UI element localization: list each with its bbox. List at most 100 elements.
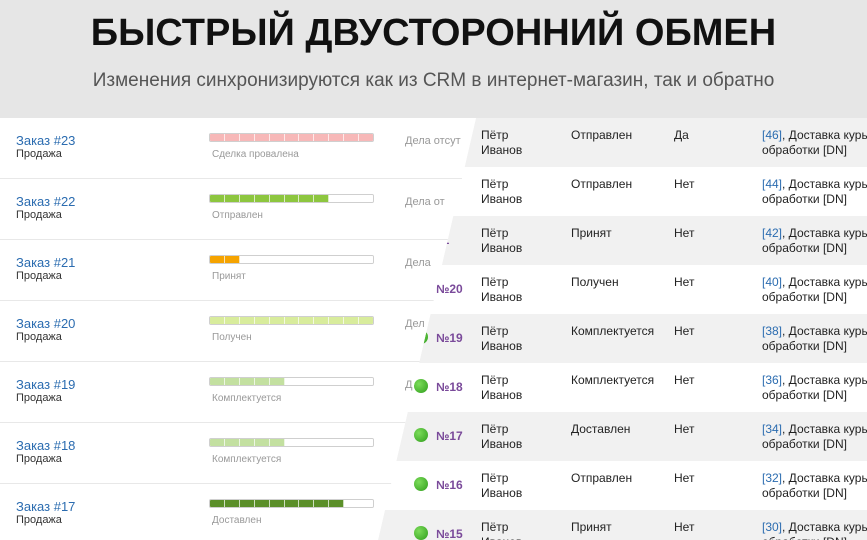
progress-segment <box>299 378 315 385</box>
order-status: Отправлен <box>571 128 633 142</box>
deal-type: Продажа <box>16 331 62 343</box>
progress-segment <box>329 439 345 446</box>
progress-segment <box>284 439 300 446</box>
progress-segment <box>359 500 373 507</box>
status-dot-icon <box>414 379 428 393</box>
deal-title-link[interactable]: Заказ #23 <box>16 133 75 148</box>
delivery-info: [38], Доставка курь обработки [DN] <box>762 324 867 354</box>
delivery-text-line2: обработки [DN] <box>762 388 847 402</box>
delivery-id-link[interactable]: [40] <box>762 275 782 289</box>
progress-segment <box>314 439 330 446</box>
order-number[interactable]: №15 <box>436 527 463 540</box>
status-dot-icon <box>414 526 428 540</box>
progress-segment <box>329 195 345 202</box>
progress-segment <box>269 500 285 507</box>
deal-row[interactable]: Заказ #20 Продажа Получен Дел <box>0 301 476 362</box>
deal-row[interactable]: Заказ #21 Продажа Принят Дела <box>0 240 476 301</box>
delivery-text: , Доставка курь <box>782 275 867 289</box>
delivery-text-line2: обработки [DN] <box>762 339 847 353</box>
deal-stage-label: Доставлен <box>212 515 262 526</box>
progress-segment <box>299 256 315 263</box>
deal-stage-progress-bar <box>209 133 374 142</box>
progress-segment <box>359 134 373 141</box>
order-number[interactable]: №17 <box>436 429 463 443</box>
status-dot-icon <box>414 428 428 442</box>
deal-tasks-text: Дела от <box>405 196 445 208</box>
progress-segment <box>239 439 255 446</box>
progress-segment <box>224 317 240 324</box>
progress-segment <box>224 439 240 446</box>
deal-row[interactable]: Заказ #22 Продажа Отправлен Дела от <box>0 179 476 240</box>
delivery-id-link[interactable]: [32] <box>762 471 782 485</box>
progress-segment <box>239 195 255 202</box>
deal-stage-progress-bar <box>209 316 374 325</box>
progress-segment <box>344 256 360 263</box>
order-status: Принят <box>571 226 612 240</box>
deal-title-link[interactable]: Заказ #22 <box>16 194 75 209</box>
progress-segment <box>284 256 300 263</box>
order-number[interactable]: №18 <box>436 380 463 394</box>
deal-title-link[interactable]: Заказ #20 <box>16 316 75 331</box>
progress-segment <box>329 317 345 324</box>
progress-segment <box>359 195 373 202</box>
progress-segment <box>239 256 255 263</box>
deal-stage-label: Отправлен <box>212 210 263 221</box>
progress-segment <box>210 500 225 507</box>
order-status: Комплектуется <box>571 373 655 387</box>
progress-segment <box>359 439 373 446</box>
progress-segment <box>224 134 240 141</box>
delivery-info: [32], Доставка курь обработки [DN] <box>762 471 867 501</box>
deal-row[interactable]: Заказ #23 Продажа Сделка провалена Дела отс… <box>0 118 476 179</box>
customer-name: Пётр Иванов <box>481 324 523 353</box>
progress-segment <box>299 195 315 202</box>
deal-title-link[interactable]: Заказ #18 <box>16 438 75 453</box>
progress-segment <box>284 134 300 141</box>
deal-type: Продажа <box>16 392 62 404</box>
order-number[interactable]: №20 <box>436 282 463 296</box>
delivery-id-link[interactable]: [36] <box>762 373 782 387</box>
progress-segment <box>329 500 345 507</box>
order-number[interactable]: №16 <box>436 478 463 492</box>
delivery-id-link[interactable]: [42] <box>762 226 782 240</box>
deal-row[interactable]: Заказ #19 Продажа Комплектуется Д <box>0 362 476 423</box>
progress-segment <box>329 378 345 385</box>
progress-segment <box>224 500 240 507</box>
progress-segment <box>359 378 373 385</box>
delivery-id-link[interactable]: [30] <box>762 520 782 534</box>
order-status: Комплектуется <box>571 324 655 338</box>
customer-name: Пётр Иванов <box>481 128 523 157</box>
delivery-text: , Доставка курь <box>782 373 867 387</box>
deal-stage-progress-bar <box>209 499 374 508</box>
deal-stage-label: Сделка провалена <box>212 149 299 160</box>
order-number[interactable]: №19 <box>436 331 463 345</box>
delivery-id-link[interactable]: [46] <box>762 128 782 142</box>
progress-segment <box>269 317 285 324</box>
order-paid: Нет <box>674 324 695 338</box>
delivery-text: , Доставка курь <box>782 226 867 240</box>
progress-segment <box>210 317 225 324</box>
progress-segment <box>210 439 225 446</box>
deal-title-link[interactable]: Заказ #17 <box>16 499 75 514</box>
progress-segment <box>224 195 240 202</box>
deal-tasks-text: Дела отсут <box>405 135 461 147</box>
customer-name: Пётр Иванов <box>481 275 523 304</box>
deal-title-link[interactable]: Заказ #21 <box>16 255 75 270</box>
progress-segment <box>344 134 360 141</box>
deal-tasks-text: Дела <box>405 257 431 269</box>
delivery-text: , Доставка курь <box>782 471 867 485</box>
progress-segment <box>269 134 285 141</box>
order-paid: Нет <box>674 520 695 534</box>
delivery-text-line2: обработки [DN] <box>762 486 847 500</box>
delivery-id-link[interactable]: [38] <box>762 324 782 338</box>
delivery-text: , Доставка курь <box>782 324 867 338</box>
order-paid: Нет <box>674 275 695 289</box>
delivery-id-link[interactable]: [44] <box>762 177 782 191</box>
delivery-text: , Доставка курь <box>782 177 867 191</box>
deal-title-link[interactable]: Заказ #19 <box>16 377 75 392</box>
progress-segment <box>210 195 225 202</box>
deal-type: Продажа <box>16 514 62 526</box>
delivery-id-link[interactable]: [34] <box>762 422 782 436</box>
header-banner: БЫСТРЫЙ ДВУСТОРОННИЙ ОБМЕН Изменения син… <box>0 0 867 118</box>
progress-segment <box>359 256 373 263</box>
progress-segment <box>224 378 240 385</box>
